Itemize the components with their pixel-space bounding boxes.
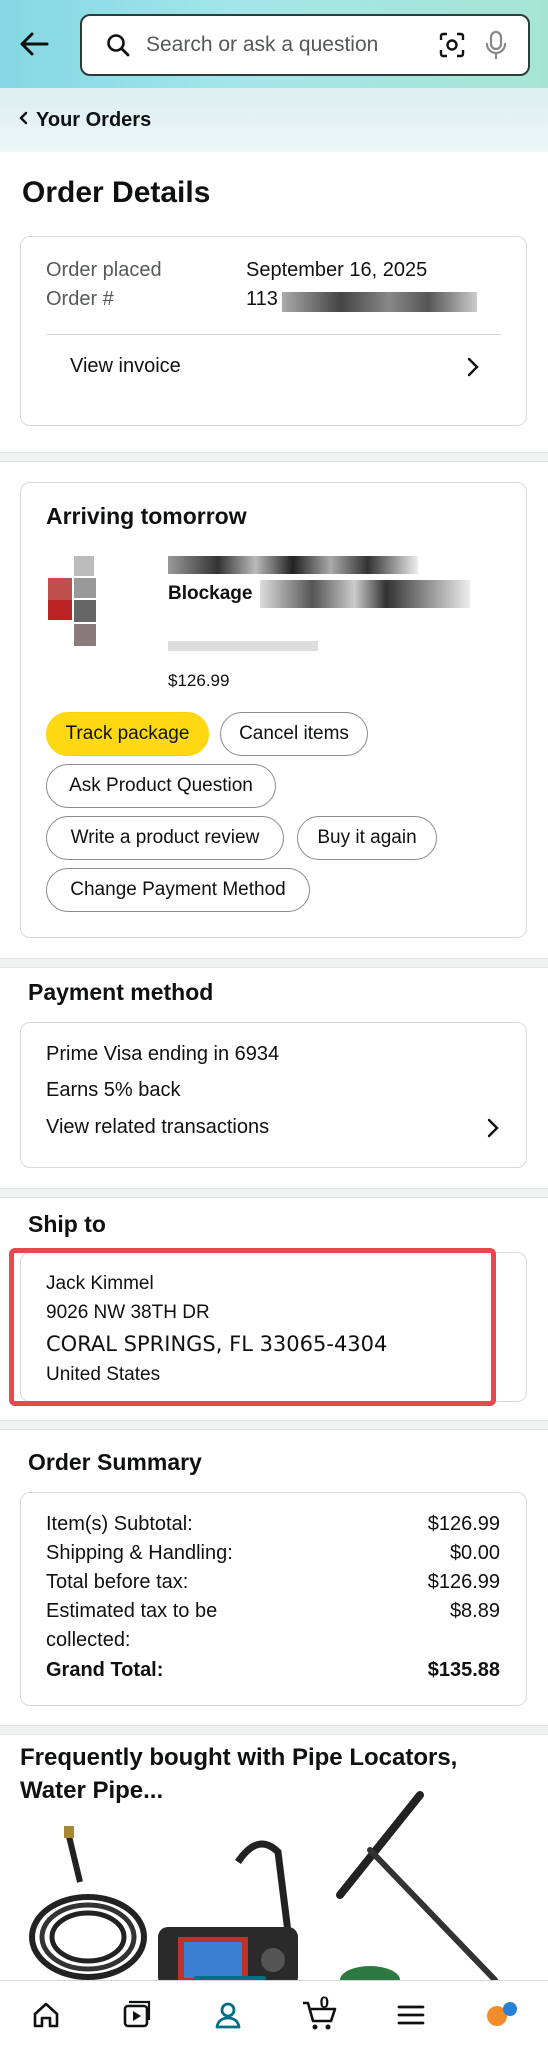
frequently-bought-heading-2: Water Pipe... <box>20 1777 164 1804</box>
product-title-redaction-2 <box>260 580 470 608</box>
view-invoice-link[interactable]: View invoice <box>70 355 181 378</box>
pipe-tool-image[interactable] <box>320 1790 530 1994</box>
microphone-icon[interactable] <box>474 23 518 67</box>
summary-tax-value: $8.89 <box>449 1600 500 1622</box>
product-meta-redaction <box>168 641 318 651</box>
summary-shipping-label: Shipping & Handling: <box>46 1542 233 1564</box>
breadcrumb[interactable]: Your Orders <box>0 88 548 152</box>
product-price: $126.99 <box>168 671 230 690</box>
chevron-right-icon[interactable] <box>462 356 484 378</box>
bottom-nav: 0 <box>0 1980 548 2049</box>
top-bar <box>0 0 548 88</box>
section-divider <box>0 958 548 968</box>
summary-subtotal-label: Item(s) Subtotal: <box>46 1513 193 1535</box>
product-title[interactable]: Blockage <box>168 583 252 605</box>
summary-subtotal-value: $126.99 <box>427 1513 500 1535</box>
summary-total-before-tax-label: Total before tax: <box>46 1571 189 1593</box>
frequently-bought-heading-1: Frequently bought with Pipe Locators, <box>20 1744 458 1771</box>
cart-icon[interactable]: 0 <box>290 1985 350 2045</box>
cancel-items-button[interactable]: Cancel items <box>220 712 368 756</box>
summary-total-before-tax-value: $126.99 <box>427 1571 500 1593</box>
account-icon[interactable] <box>198 1985 258 2045</box>
video-icon[interactable] <box>107 1985 167 2045</box>
summary-shipping-value: $0.00 <box>449 1542 500 1564</box>
cart-count: 0 <box>319 1993 330 2012</box>
page-title: Order Details <box>22 176 211 209</box>
ask-product-question-button[interactable]: Ask Product Question <box>46 764 276 808</box>
search-icon <box>98 25 138 65</box>
search-input[interactable] <box>138 33 430 57</box>
camera-scan-icon[interactable] <box>430 23 474 67</box>
ship-to-heading: Ship to <box>28 1211 106 1237</box>
section-divider <box>0 1725 548 1735</box>
view-transactions-link[interactable]: View related transactions <box>46 1116 269 1139</box>
chevron-left-icon <box>18 111 28 130</box>
summary-tax-label-2: collected: <box>46 1629 131 1651</box>
payment-card-info: Prime Visa ending in 6934 <box>46 1043 280 1065</box>
order-summary-heading: Order Summary <box>28 1449 202 1475</box>
section-divider <box>0 1188 548 1198</box>
back-arrow-icon[interactable] <box>14 24 54 64</box>
summary-tax-label: Estimated tax to be <box>46 1600 218 1622</box>
shipment-status: Arriving tomorrow <box>46 503 247 529</box>
rufus-assistant-icon[interactable] <box>472 1985 532 2045</box>
change-payment-method-button[interactable]: Change Payment Method <box>46 868 310 912</box>
chevron-right-icon[interactable] <box>482 1117 504 1139</box>
breadcrumb-label[interactable]: Your Orders <box>36 109 151 132</box>
order-placed-label: Order placed <box>46 259 162 281</box>
write-review-button[interactable]: Write a product review <box>46 816 284 860</box>
order-number-value: 113 <box>246 288 278 310</box>
menu-icon[interactable] <box>381 1985 441 2045</box>
home-icon[interactable] <box>16 1985 76 2045</box>
product-title-redaction <box>168 556 418 574</box>
order-number-redaction <box>282 292 477 312</box>
order-placed-value: September 16, 2025 <box>246 259 428 281</box>
section-divider <box>0 1420 548 1430</box>
app-root: Your Orders Order Details Order placed S… <box>0 0 548 2049</box>
section-divider <box>0 452 548 462</box>
payment-heading: Payment method <box>28 979 214 1005</box>
highlight-box <box>9 1248 496 1406</box>
inspection-camera-image[interactable] <box>28 1822 328 1987</box>
summary-grand-total-value: $135.88 <box>427 1659 500 1681</box>
product-image[interactable] <box>48 556 122 650</box>
search-box[interactable] <box>80 14 530 76</box>
divider <box>46 334 501 335</box>
summary-grand-total-label: Grand Total: <box>46 1659 164 1681</box>
track-package-button[interactable]: Track package <box>46 712 209 756</box>
order-number-label: Order # <box>46 288 114 310</box>
payment-earns: Earns 5% back <box>46 1079 181 1101</box>
buy-it-again-button[interactable]: Buy it again <box>297 816 437 860</box>
